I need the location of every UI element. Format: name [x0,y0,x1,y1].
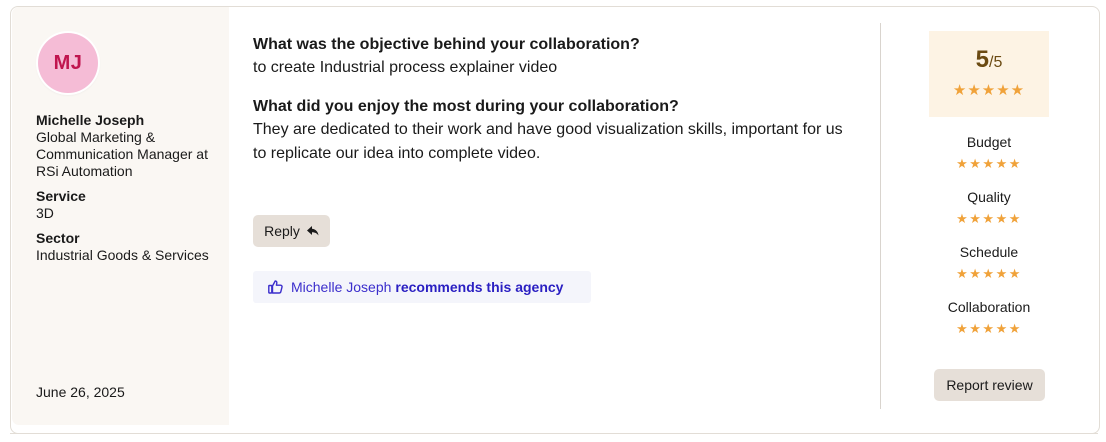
avatar-initials: MJ [53,51,83,74]
overall-rating: 5/5 ★★★★★ [929,31,1049,117]
review-date: June 26, 2025 [36,384,125,400]
report-review-label: Report review [946,377,1033,393]
review-content: What was the objective behind your colla… [253,35,853,166]
recommendation-text: recommends this agency [395,279,564,295]
overall-score-max: /5 [989,54,1003,71]
overall-stars-icon: ★★★★★ [952,82,1026,99]
rating-label: Collaboration [947,299,1031,315]
recommender-name: Michelle Joseph [291,279,392,295]
recommendation-banner: Michelle Joseph recommends this agency [253,271,591,303]
rating-schedule: Schedule ★★★★★ [929,244,1049,282]
avatar: MJ [38,33,98,93]
rating-stars-icon: ★★★★★ [956,156,1022,171]
rating-stars-icon: ★★★★★ [956,266,1022,281]
qa-item: What was the objective behind your colla… [253,35,853,80]
divider [10,433,1098,434]
sector-label: Sector [36,230,80,246]
rating-label: Budget [966,134,1012,150]
rating-stars-icon: ★★★★★ [956,211,1022,226]
rating-stars-icon: ★★★★★ [956,321,1022,336]
vertical-divider [880,23,881,409]
thumbs-up-icon [268,280,283,294]
reply-label: Reply [264,223,300,239]
answer: to create Industrial process explainer v… [253,59,558,76]
rating-collaboration: Collaboration ★★★★★ [929,299,1049,337]
sector-value: Industrial Goods & Services [36,247,209,263]
reply-icon [306,223,319,239]
rating-label: Quality [967,189,1011,205]
reviewer-name: Michelle Joseph [36,112,145,128]
reply-button[interactable]: Reply [253,215,330,247]
service-value: 3D [36,205,54,221]
question: What did you enjoy the most during your … [253,98,679,115]
question: What was the objective behind your colla… [253,36,640,53]
overall-score: 5/5 [929,46,1049,77]
answer: They are dedicated to their work and hav… [253,121,843,162]
reviewer-title: Global Marketing & Communication Manager… [36,129,208,179]
overall-score-value: 5 [975,46,989,73]
qa-item: What did you enjoy the most during your … [253,97,853,166]
rating-budget: Budget ★★★★★ [929,134,1049,172]
rating-label: Schedule [959,244,1019,260]
report-review-button[interactable]: Report review [934,369,1045,401]
reviewer-info: Michelle Joseph Global Marketing & Commu… [36,112,216,264]
service-label: Service [36,188,86,204]
rating-quality: Quality ★★★★★ [929,189,1049,227]
